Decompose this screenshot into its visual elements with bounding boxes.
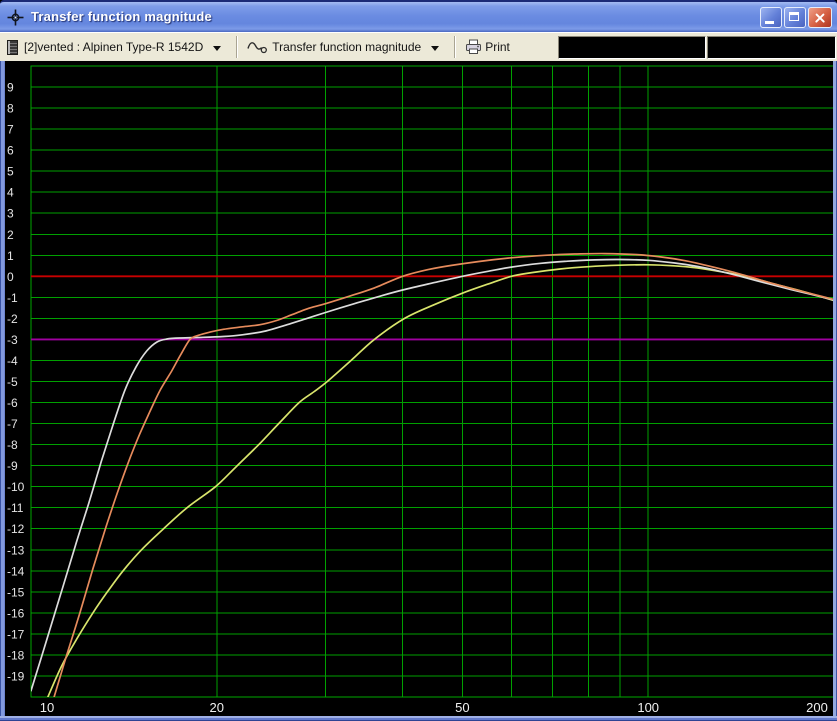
y-axis-label: 4: [7, 186, 14, 200]
y-axis-label: -16: [7, 606, 25, 620]
x-axis-label: 100: [637, 700, 659, 715]
maximize-icon: [789, 12, 799, 21]
toolbar-separator: [454, 36, 456, 58]
y-axis-label: -18: [7, 648, 25, 662]
toolbar-display-panel-1: [558, 36, 706, 59]
axis-labels: 9876543210-1-2-3-4-5-6-7-8-9-10-11-12-13…: [7, 81, 828, 715]
window-border-left: [0, 61, 5, 721]
y-axis-label: 2: [7, 228, 14, 242]
window-titlebar[interactable]: Transfer function magnitude: [0, 0, 837, 32]
reference-lines: [31, 276, 834, 339]
x-axis-label: 20: [210, 700, 224, 715]
minimize-icon: [765, 21, 774, 24]
y-axis-label: -1: [7, 291, 18, 305]
y-axis-label: -15: [7, 585, 25, 599]
grid-layer: [31, 66, 834, 697]
y-axis-label: -8: [7, 438, 18, 452]
x-axis-label: 50: [455, 700, 469, 715]
window-border-right: [833, 61, 837, 721]
y-axis-label: -17: [7, 627, 25, 641]
y-axis-label: 7: [7, 123, 14, 137]
project-dropdown-label: [2]vented : Alpinen Type-R 1542D: [24, 40, 203, 54]
x-axis-label: 10: [40, 700, 54, 715]
project-ledger-icon: [7, 40, 18, 55]
y-axis-label: 5: [7, 165, 14, 179]
y-axis-label: -4: [7, 354, 18, 368]
y-axis-label: -5: [7, 375, 18, 389]
y-axis-label: -7: [7, 417, 18, 431]
y-axis-label: -11: [7, 501, 24, 515]
print-button[interactable]: Print: [464, 33, 510, 61]
y-axis-label: 9: [7, 81, 14, 95]
print-button-label: Print: [485, 40, 510, 54]
y-axis-label: -19: [7, 669, 25, 683]
maximize-button[interactable]: [784, 7, 806, 28]
application-window: Transfer function magnitude [2]vented : …: [0, 0, 837, 721]
window-border-bottom: [0, 716, 837, 721]
minimize-button[interactable]: [760, 7, 782, 28]
y-axis-label: -12: [7, 522, 25, 536]
project-dropdown[interactable]: [2]vented : Alpinen Type-R 1542D: [0, 33, 228, 61]
chevron-down-icon: [213, 46, 221, 51]
chart-plot-area[interactable]: 9876543210-1-2-3-4-5-6-7-8-9-10-11-12-13…: [0, 61, 837, 721]
window-title: Transfer function magnitude: [31, 2, 212, 32]
close-button[interactable]: [808, 7, 832, 28]
y-axis-label: 3: [7, 207, 14, 221]
white-curve: [31, 259, 834, 690]
toolbar-display-panel-2: [707, 36, 836, 59]
y-axis-label: 6: [7, 144, 14, 158]
curves-layer: [31, 254, 834, 697]
y-axis-label: 0: [7, 270, 14, 284]
y-axis-label: 8: [7, 102, 14, 116]
y-axis-label: -3: [7, 333, 18, 347]
transfer-function-chart: 9876543210-1-2-3-4-5-6-7-8-9-10-11-12-13…: [0, 61, 837, 721]
x-axis-label: 200: [806, 700, 828, 715]
chevron-down-icon: [431, 46, 439, 51]
y-axis-label: -6: [7, 396, 18, 410]
y-axis-label: -10: [7, 480, 25, 494]
graph-type-label: Transfer function magnitude: [272, 40, 421, 54]
waveform-icon: [247, 39, 268, 55]
orange-curve: [54, 254, 834, 697]
yellow-curve: [48, 265, 834, 697]
graph-type-dropdown[interactable]: Transfer function magnitude: [246, 33, 446, 61]
toolbar-separator: [236, 36, 238, 58]
printer-icon: [465, 39, 482, 55]
y-axis-label: -14: [7, 564, 25, 578]
y-axis-label: -9: [7, 459, 18, 473]
y-axis-label: -13: [7, 543, 25, 557]
y-axis-label: -2: [7, 312, 18, 326]
y-axis-label: 1: [7, 249, 14, 263]
crosshair-icon: [7, 9, 24, 26]
